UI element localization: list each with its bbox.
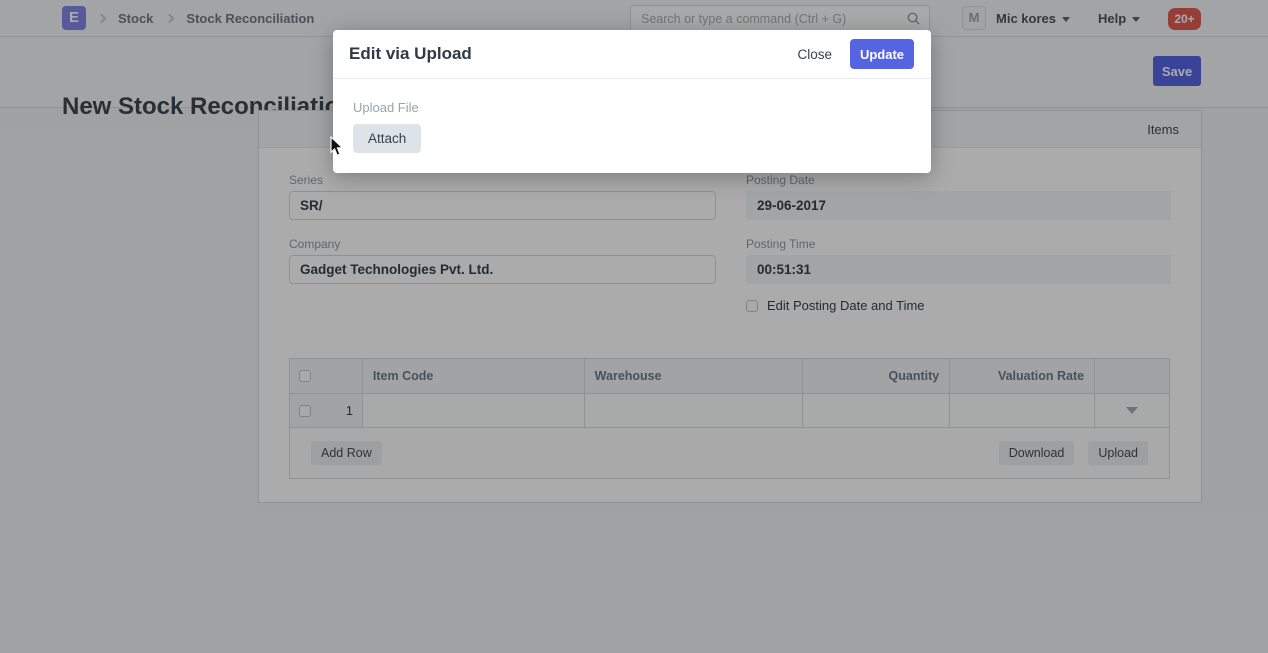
app-window: E Stock Stock Reconciliation M Mic kores… [0,0,1268,653]
dialog-title: Edit via Upload [349,44,797,64]
close-button[interactable]: Close [797,47,832,62]
upload-file-label: Upload File [353,100,911,115]
edit-via-upload-dialog: Edit via Upload Close Update Upload File… [333,30,931,173]
dialog-body: Upload File Attach [333,79,931,153]
dialog-header: Edit via Upload Close Update [333,30,931,79]
update-button[interactable]: Update [850,39,914,69]
attach-button[interactable]: Attach [353,124,421,153]
